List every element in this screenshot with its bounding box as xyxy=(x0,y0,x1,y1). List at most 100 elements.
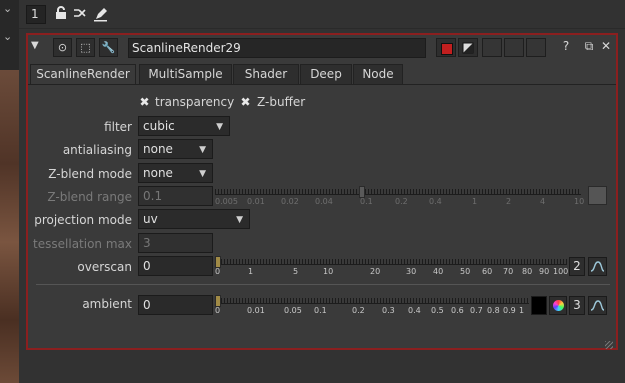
tab-deep[interactable]: Deep xyxy=(300,64,352,84)
chevron-down-icon[interactable]: ⌄ xyxy=(3,2,12,15)
zblend-range-animation-button[interactable] xyxy=(588,186,607,205)
revert-icon[interactable] xyxy=(526,38,546,57)
node-name-field[interactable]: ScanlineRender29 xyxy=(128,38,426,58)
projection-mode-label: projection mode xyxy=(34,213,132,227)
tick-label: 0.01 xyxy=(247,306,265,315)
lock-icon[interactable] xyxy=(53,6,69,22)
tick-label: 10 xyxy=(574,197,585,206)
chevron-down-icon: ▼ xyxy=(236,215,243,225)
color-wheel-icon[interactable] xyxy=(549,296,567,315)
tab-shader[interactable]: Shader xyxy=(233,64,299,84)
antialiasing-dropdown[interactable]: none ▼ xyxy=(138,139,213,159)
properties-max-panels-input[interactable]: 1 xyxy=(26,5,46,24)
float-panel-icon[interactable]: ⧉ xyxy=(582,39,596,54)
tick-label: 0.02 xyxy=(281,197,299,206)
tick-label: 0.04 xyxy=(315,197,333,206)
overscan-slider[interactable]: 0 1 5 10 20 30 40 50 60 70 80 90 100 xyxy=(215,255,569,277)
color-swatch-button[interactable] xyxy=(531,296,547,315)
resize-grip[interactable] xyxy=(605,341,613,349)
wrench-icon[interactable]: 🔧 xyxy=(99,38,118,57)
chevron-down-icon: ▼ xyxy=(199,169,206,179)
chevron-down-icon: ▼ xyxy=(216,122,223,132)
tick-label: 0.4 xyxy=(429,197,442,206)
filter-label: filter xyxy=(104,120,132,134)
overscan-label: overscan xyxy=(77,260,132,274)
chevron-down-icon[interactable]: ⌄ xyxy=(3,30,12,43)
tessellation-max-input[interactable]: 3 xyxy=(138,233,213,253)
tick-label: 40 xyxy=(433,267,444,276)
tick-label: 0.7 xyxy=(470,306,483,315)
tick-label: 0 xyxy=(215,267,221,276)
ambient-slider[interactable]: 0 0.01 0.05 0.1 0.2 0.3 0.4 0.5 0.6 0.7 … xyxy=(215,294,529,316)
tick-label: 0.4 xyxy=(408,306,421,315)
overscan-split-button[interactable]: 2 xyxy=(569,257,585,276)
tab-multisample[interactable]: MultiSample xyxy=(139,64,232,84)
help-icon[interactable]: ? xyxy=(559,39,573,53)
section-divider xyxy=(36,284,610,285)
tab-node[interactable]: Node xyxy=(353,64,403,84)
tick-label: 5 xyxy=(293,267,299,276)
transparency-label: transparency xyxy=(155,95,235,109)
overscan-input[interactable]: 0 xyxy=(138,256,213,276)
camera-icon[interactable]: ⬚ xyxy=(76,38,95,57)
tab-underline xyxy=(28,84,616,85)
zblend-range-label: Z-blend range xyxy=(47,190,132,204)
tick-label: 0.2 xyxy=(395,197,408,206)
undo-icon[interactable] xyxy=(482,38,502,57)
viewer-node-icon[interactable]: ⊙ xyxy=(53,38,72,57)
projection-mode-value: uv xyxy=(143,212,158,226)
properties-toolbar xyxy=(19,0,625,29)
tick-label: 100 xyxy=(553,267,569,276)
tick-label: 0.2 xyxy=(352,306,365,315)
zbuffer-label: Z-buffer xyxy=(257,95,306,109)
tick-label: 80 xyxy=(522,267,533,276)
gl-color-button[interactable] xyxy=(458,38,478,57)
tick-label: 70 xyxy=(503,267,514,276)
tick-label: 0 xyxy=(215,306,221,315)
zblend-mode-label: Z-blend mode xyxy=(48,167,132,181)
zblend-mode-dropdown[interactable]: none ▼ xyxy=(138,163,213,183)
tick-label: 60 xyxy=(482,267,493,276)
pencil-icon[interactable] xyxy=(93,6,109,22)
zblend-mode-value: none xyxy=(143,166,173,180)
tick-label: 0.6 xyxy=(451,306,464,315)
redo-icon[interactable] xyxy=(504,38,524,57)
tick-label: 0.3 xyxy=(382,306,395,315)
chevron-down-icon: ▼ xyxy=(199,145,206,155)
ambient-label: ambient xyxy=(82,297,132,311)
tick-label: 1 xyxy=(248,267,254,276)
tick-label: 0.5 xyxy=(431,306,444,315)
antialiasing-value: none xyxy=(143,142,173,156)
zblend-range-input[interactable]: 0.1 xyxy=(138,186,213,206)
curve-icon[interactable] xyxy=(588,296,607,315)
tick-label: 30 xyxy=(406,267,417,276)
tick-label: 0.005 xyxy=(215,197,238,206)
tick-label: 0.9 xyxy=(503,306,516,315)
zblend-range-slider[interactable]: 0.005 0.01 0.02 0.04 0.1 0.2 0.4 1 2 4 1… xyxy=(215,185,585,207)
node-properties-panel: ▼ ⊙ ⬚ 🔧 ScanlineRender29 ? ⧉ ✕ ScanlineR… xyxy=(26,33,618,350)
node-color-button[interactable] xyxy=(436,38,456,57)
tick-label: 1 xyxy=(519,306,525,315)
zbuffer-checkbox[interactable]: ✖ xyxy=(240,96,251,108)
ambient-input[interactable]: 0 xyxy=(138,295,213,315)
projection-mode-dropdown[interactable]: uv ▼ xyxy=(138,209,250,229)
tick-label: 2 xyxy=(506,197,512,206)
tick-label: 0.1 xyxy=(360,197,373,206)
tab-scanlinerender[interactable]: ScanlineRender xyxy=(30,64,136,85)
curve-icon[interactable] xyxy=(588,257,607,276)
split-icon[interactable] xyxy=(72,6,88,22)
filter-dropdown[interactable]: cubic ▼ xyxy=(138,116,230,136)
tick-label: 10 xyxy=(323,267,334,276)
tick-label: 0.1 xyxy=(314,306,327,315)
antialiasing-label: antialiasing xyxy=(62,143,132,157)
filter-value: cubic xyxy=(143,119,175,133)
tick-label: 0.8 xyxy=(487,306,500,315)
collapse-triangle-icon[interactable]: ▼ xyxy=(31,40,39,51)
close-icon[interactable]: ✕ xyxy=(599,39,613,53)
ambient-channels-button[interactable]: 3 xyxy=(569,296,585,315)
tick-label: 4 xyxy=(540,197,546,206)
tick-label: 0.05 xyxy=(284,306,302,315)
transparency-checkbox[interactable]: ✖ xyxy=(139,96,150,108)
tick-label: 20 xyxy=(370,267,381,276)
tick-label: 90 xyxy=(539,267,550,276)
